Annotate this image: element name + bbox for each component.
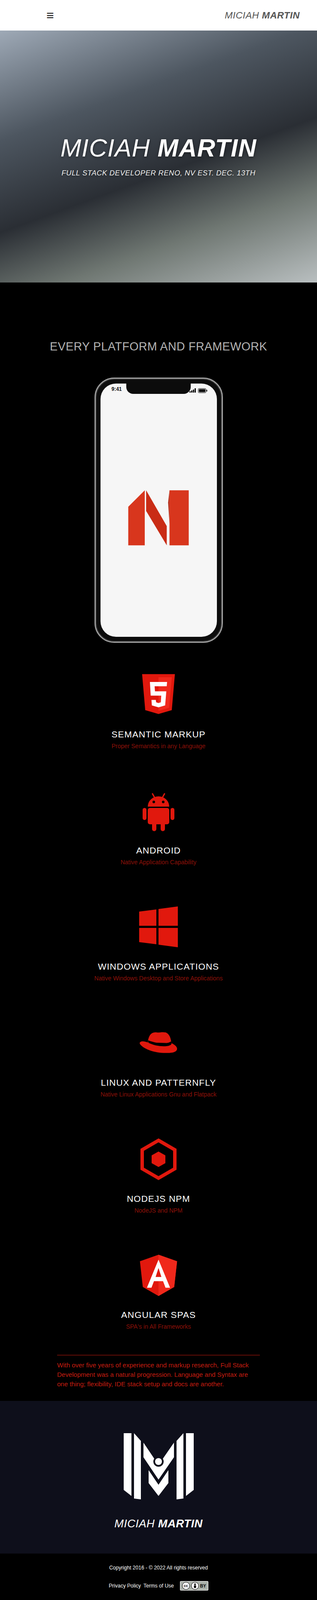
legal-link[interactable]: Privacy Policy (108, 1580, 141, 1589)
feature-title: LINUX AND PATTERNFLY (100, 1076, 217, 1087)
eagle-logo-icon (121, 1429, 196, 1500)
feature-subtitle: SPA's in All Frameworks (125, 1321, 191, 1329)
person-icon (191, 1580, 199, 1589)
android-icon (137, 788, 180, 832)
main-section: EVERY PLATFORM AND FRAMEWORK 9:41 SEMANTIC… (0, 282, 317, 1400)
brand-link[interactable]: MICIAH MARTIN (224, 8, 300, 23)
feature-title: ANDROID (136, 844, 181, 855)
summary-text: With over five years of experience and m… (57, 1353, 260, 1388)
bottom-bar: Copyright 2016 - © 2022 All rights reser… (0, 1551, 317, 1599)
by-mark: BY (200, 1581, 207, 1588)
feature-title: WINDOWS APPLICATIONS (97, 960, 220, 971)
footer: MICIAH MARTIN (0, 1399, 317, 1552)
license-badge[interactable]: cc BY (179, 1579, 209, 1589)
m-logo-icon (124, 481, 193, 551)
feature-item: SEMANTIC MARKUP Proper Semantics in any L… (111, 672, 206, 789)
feature-subtitle: Proper Semantics in any Language (111, 741, 206, 750)
legal-link[interactable]: Terms of Use (143, 1580, 174, 1589)
feature-title: SEMANTIC MARKUP (111, 728, 206, 739)
node-icon (137, 1136, 180, 1180)
footer-first: MICIAH (114, 1515, 155, 1529)
phone-content (100, 395, 217, 637)
feature-title: NODEJS NPM (126, 1192, 191, 1203)
feature-item: ANGULAR SPAS SPA's in All Frameworks (121, 1252, 196, 1369)
feature-subtitle: Native Windows Desktop and Store Applica… (94, 973, 223, 982)
phone-screen: 9:41 (100, 383, 217, 637)
phone-time: 9:41 (111, 384, 122, 396)
brand-first: MICIAH (224, 9, 260, 21)
status-icons (189, 384, 208, 396)
hero-title: MICIAH MARTIN (60, 134, 257, 162)
feature-title: ANGULAR SPAS (121, 1308, 196, 1319)
feature-subtitle: Native Application Capability (120, 857, 197, 866)
legal-links: Privacy PolicyTerms of Use cc BY (0, 1579, 317, 1589)
phone-notch (126, 383, 191, 394)
feature-item: WINDOWS APPLICATIONS Native Windows Deskt… (94, 904, 223, 1021)
redhat-icon (137, 1020, 180, 1064)
feature-item: LINUX AND PATTERNFLY Native Linux Applica… (100, 1020, 217, 1137)
hero-first: MICIAH (60, 133, 151, 162)
cc-mark: cc (182, 1580, 190, 1589)
section-title: EVERY PLATFORM AND FRAMEWORK (49, 339, 268, 354)
feature-list: SEMANTIC MARKUP Proper Semantics in any L… (94, 672, 223, 1369)
hero-last: MARTIN (157, 133, 257, 162)
copyright-text: Copyright 2016 - © 2022 All rights reser… (0, 1562, 317, 1570)
hero-subtitle: FULL STACK DEVELOPER RENO, NV EST. DEC. … (61, 167, 256, 179)
menu-icon[interactable]: ≡ (46, 9, 55, 22)
feature-item: NODEJS NPM NodeJS and NPM (126, 1136, 191, 1253)
footer-brand: MICIAH MARTIN (114, 1513, 203, 1531)
feature-item: ANDROID Native Application Capability (120, 788, 197, 905)
feature-subtitle: NodeJS and NPM (134, 1205, 183, 1214)
brand-last: MARTIN (262, 9, 300, 21)
footer-last: MARTIN (158, 1515, 203, 1529)
angular-icon (137, 1252, 180, 1296)
windows-icon (137, 904, 180, 948)
html5-icon (137, 672, 180, 716)
phone-mockup: 9:41 (94, 377, 223, 643)
feature-subtitle: Native Linux Applications Gnu and Flatpa… (100, 1089, 217, 1098)
hero-banner: MICIAH MARTIN FULL STACK DEVELOPER RENO, … (0, 30, 317, 283)
top-navbar: ≡ MICIAH MARTIN (0, 0, 317, 31)
